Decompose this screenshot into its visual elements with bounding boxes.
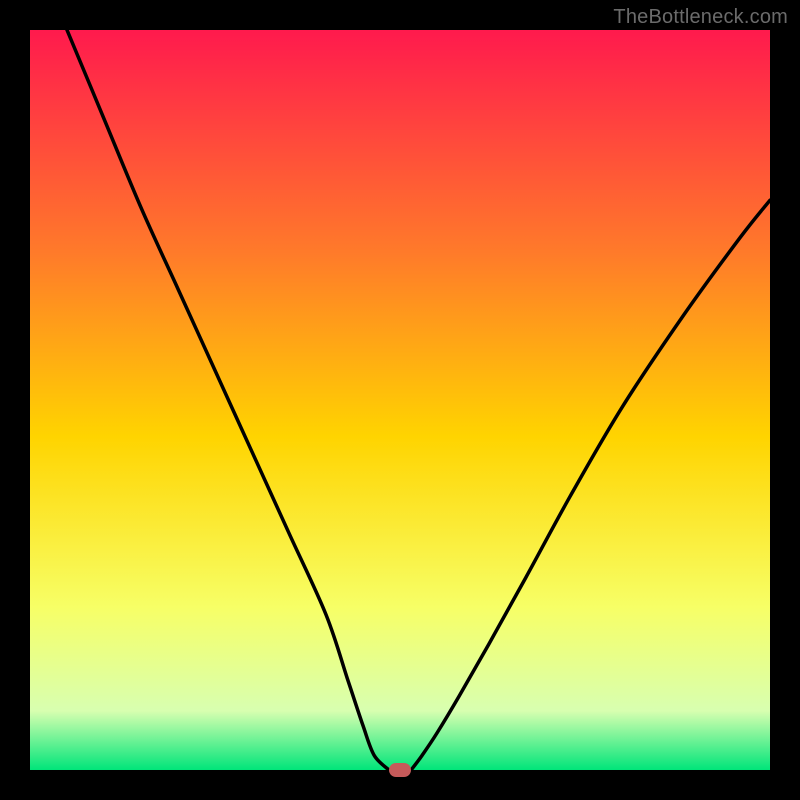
optimum-marker [389,763,411,777]
watermark-label: TheBottleneck.com [613,6,788,29]
curve-svg [30,30,770,770]
bottleneck-curve-left [67,30,389,770]
chart-frame: TheBottleneck.com [0,0,800,800]
plot-area [30,30,770,770]
bottleneck-curve-right [411,200,770,770]
